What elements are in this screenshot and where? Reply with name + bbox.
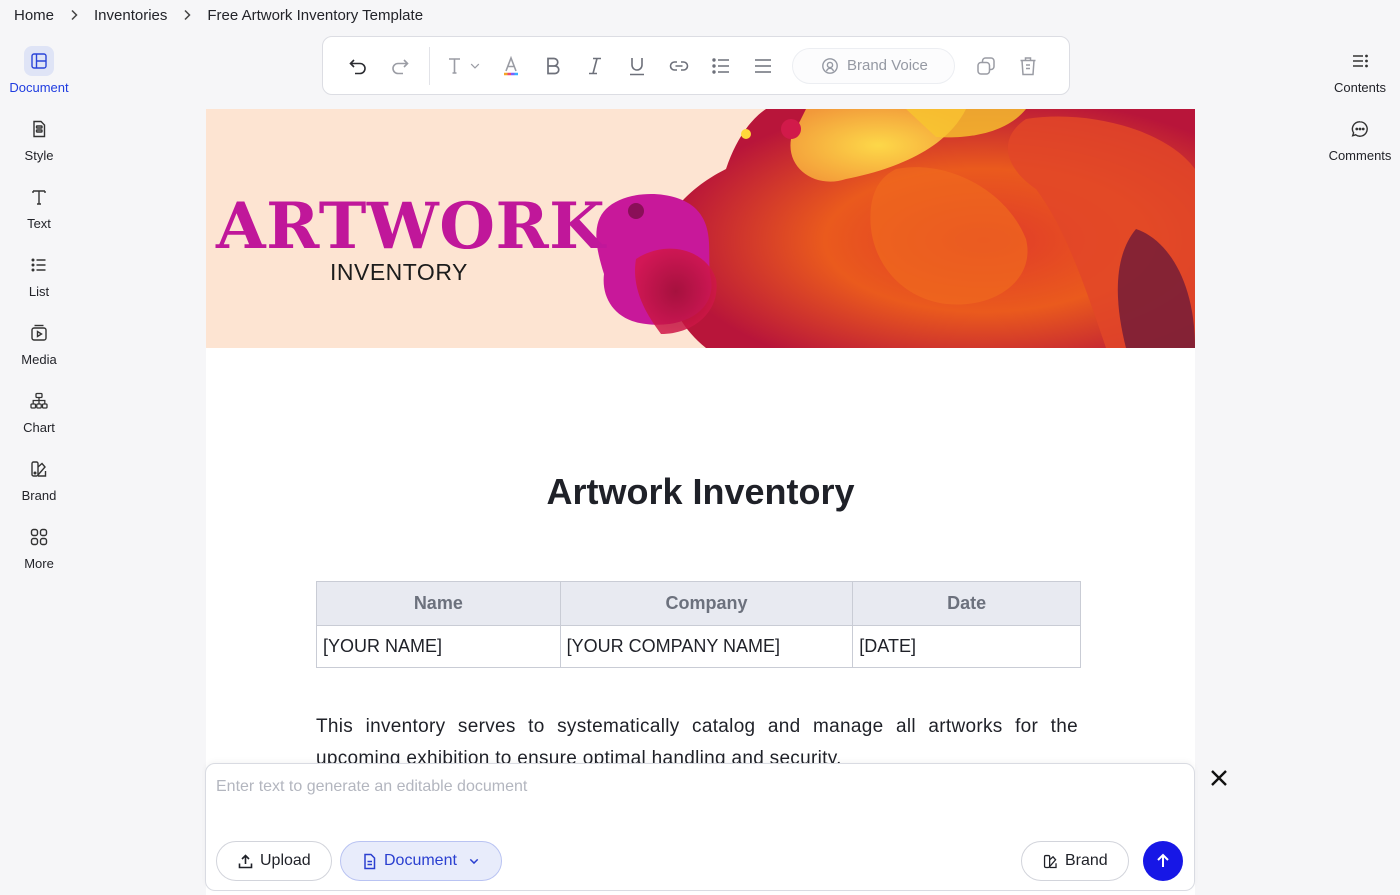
upload-icon [238,853,253,868]
redo-button[interactable] [379,46,421,86]
bullet-list-button[interactable] [700,46,742,86]
text-style-dropdown[interactable] [438,46,490,86]
align-icon [755,58,771,73]
brand-voice-label: Brand Voice [847,57,928,74]
document-type-dropdown[interactable]: Document [340,841,502,881]
text-color-icon [504,55,518,75]
underline-icon [630,57,644,75]
delete-button[interactable] [1007,46,1049,86]
trash-icon [1020,56,1036,75]
generate-prompt-panel: Upload Document Brand [205,763,1195,891]
chevron-right-icon [167,9,207,21]
duplicate-button[interactable] [965,46,1007,86]
undo-icon [349,58,366,74]
right-sidebar: Contents Comments [1320,40,1400,176]
sidebar-item-comments[interactable]: Comments [1320,108,1400,176]
breadcrumb-inventories[interactable]: Inventories [94,7,167,24]
left-sidebar: Document Style Text List Media Chart Bra… [0,40,78,584]
sidebar-item-label: Comments [1328,148,1392,163]
sidebar-item-label: More [24,556,54,571]
hero-banner: ARTWORK INVENTORY [206,109,1195,348]
comment-icon [1345,114,1375,144]
sidebar-item-label: Media [21,352,57,367]
sidebar-item-text[interactable]: Text [0,176,78,244]
chevron-down-icon [469,858,479,865]
chevron-down-icon [470,63,480,69]
sidebar-item-list[interactable]: List [0,244,78,312]
arrow-up-icon [1157,853,1169,867]
table-cell-date[interactable]: [DATE] [852,625,1081,668]
undo-button[interactable] [337,46,379,86]
toolbar-divider [429,46,430,85]
sidebar-item-document[interactable]: Document [0,40,78,108]
close-prompt-button[interactable] [1206,765,1232,791]
sidebar-item-label: Contents [1333,80,1387,95]
table-header-name[interactable]: Name [316,581,561,626]
sidebar-item-style[interactable]: Style [0,108,78,176]
grid-icon [24,522,54,552]
brand-voice-icon [822,57,838,74]
formatting-toolbar: Brand Voice [322,36,1070,95]
list-icon [24,250,54,280]
brand-button[interactable]: Brand [1021,841,1129,881]
underline-button[interactable] [616,46,658,86]
document-title[interactable]: Artwork Inventory [206,471,1195,513]
brand-voice-button[interactable]: Brand Voice [792,47,955,84]
breadcrumb-home[interactable]: Home [14,7,54,24]
bold-button[interactable] [532,46,574,86]
sidebar-item-label: Document [9,80,69,95]
breadcrumb: Home Inventories Free Artwork Inventory … [14,5,423,25]
upload-button[interactable]: Upload [216,841,332,881]
table-header-company[interactable]: Company [559,581,854,626]
sidebar-item-media[interactable]: Media [0,312,78,380]
table-header-row: Name Company Date [316,581,1081,626]
table-cell-name[interactable]: [YOUR NAME] [316,625,561,668]
table-row: [YOUR NAME] [YOUR COMPANY NAME] [DATE] [316,625,1081,668]
table-header-date[interactable]: Date [852,581,1081,626]
text-icon [24,182,54,212]
brand-icon [24,454,54,484]
duplicate-icon [977,56,995,75]
sidebar-item-more[interactable]: More [0,516,78,584]
sidebar-item-label: Chart [23,420,55,435]
link-icon [669,60,689,71]
text-size-icon [449,57,460,74]
sidebar-item-label: Brand [21,488,57,503]
hero-title: ARTWORK [216,189,606,264]
info-table: Name Company Date [YOUR NAME] [YOUR COMP… [316,581,1081,668]
prompt-input[interactable] [216,774,1176,800]
sidebar-item-label: Text [27,216,51,231]
chevron-right-icon [54,9,94,21]
sidebar-item-label: Style [24,148,54,163]
text-color-button[interactable] [490,46,532,86]
document-icon [364,853,376,869]
sidebar-item-contents[interactable]: Contents [1320,40,1400,108]
media-icon [24,318,54,348]
bullet-list-icon [712,57,729,74]
italic-button[interactable] [574,46,616,86]
sidebar-item-label: List [28,284,50,299]
brand-label: Brand [1065,852,1108,869]
brand-icon [1043,854,1057,868]
breadcrumb-current: Free Artwork Inventory Template [207,6,424,24]
style-icon [24,114,54,144]
hero-subtitle: INVENTORY [330,259,468,285]
close-icon [1211,770,1227,786]
table-cell-company[interactable]: [YOUR COMPANY NAME] [559,625,854,668]
sidebar-item-brand[interactable]: Brand [0,448,78,516]
italic-icon [589,57,601,74]
chart-icon [24,386,54,416]
document-type-label: Document [384,852,457,869]
send-button[interactable] [1143,841,1183,881]
contents-icon [1345,46,1375,76]
redo-icon [392,58,409,74]
align-button[interactable] [742,46,784,86]
upload-label: Upload [260,852,311,869]
bold-icon [547,57,560,74]
layout-icon [24,46,54,76]
link-button[interactable] [658,46,700,86]
sidebar-item-chart[interactable]: Chart [0,380,78,448]
